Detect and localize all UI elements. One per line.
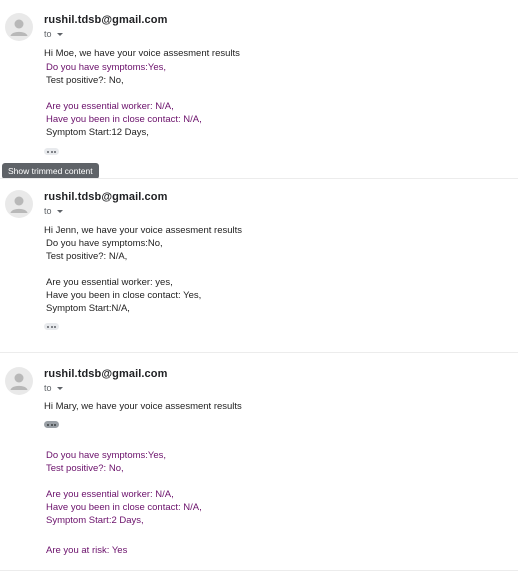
symptom-start-line: Symptom Start:2 Days, — [46, 515, 144, 526]
show-trimmed-content-button[interactable] — [44, 323, 59, 330]
symptoms-line: Do you have symptoms:Yes, — [46, 62, 167, 73]
close-contact-line: Have you been in close contact: Yes, — [46, 290, 202, 301]
ellipsis-icon — [47, 325, 49, 328]
recipients-label: to — [44, 29, 52, 39]
greeting-text: Hi Jenn, we have your voice assesment re… — [44, 225, 243, 236]
ellipsis-icon — [47, 150, 49, 153]
test-positive-line: Test positive?: N/A, — [46, 251, 128, 262]
person-avatar-icon — [5, 367, 33, 395]
show-trimmed-content-tooltip: Show trimmed content — [2, 163, 99, 179]
caret-down-icon — [56, 32, 63, 36]
sender-address[interactable]: rushil.tdsb@gmail.com — [44, 14, 167, 26]
person-avatar-icon — [5, 13, 33, 41]
essential-worker-line: Are you essential worker: N/A, — [46, 489, 174, 500]
show-trimmed-content-button[interactable] — [44, 148, 59, 155]
caret-down-icon — [56, 386, 63, 390]
recipients-toggle[interactable]: to — [44, 206, 63, 216]
message-divider — [0, 178, 518, 179]
person-avatar-icon — [5, 190, 33, 218]
message-divider — [0, 352, 518, 353]
at-risk-line: Are you at risk: Yes — [46, 545, 128, 556]
essential-worker-line: Are you essential worker: N/A, — [46, 101, 174, 112]
recipients-label: to — [44, 206, 52, 216]
essential-worker-line: Are you essential worker: yes, — [46, 277, 173, 288]
test-positive-line: Test positive?: No, — [46, 463, 124, 474]
symptoms-line: Do you have symptoms:No, — [46, 238, 163, 249]
hide-trimmed-content-button[interactable] — [44, 421, 59, 428]
greeting-text: Hi Moe, we have your voice assesment res… — [44, 48, 240, 59]
recipients-label: to — [44, 383, 52, 393]
close-contact-line: Have you been in close contact: N/A, — [46, 114, 202, 125]
recipients-toggle[interactable]: to — [44, 29, 63, 39]
ellipsis-icon — [47, 423, 49, 426]
greeting-text: Hi Mary, we have your voice assesment re… — [44, 401, 242, 412]
message-divider — [0, 570, 518, 571]
sender-address[interactable]: rushil.tdsb@gmail.com — [44, 368, 167, 380]
symptom-start-line: Symptom Start:N/A, — [46, 303, 130, 314]
sender-address[interactable]: rushil.tdsb@gmail.com — [44, 191, 167, 203]
caret-down-icon — [56, 209, 63, 213]
test-positive-line: Test positive?: No, — [46, 75, 124, 86]
close-contact-line: Have you been in close contact: N/A, — [46, 502, 202, 513]
symptom-start-line: Symptom Start:12 Days, — [46, 127, 149, 138]
symptoms-line: Do you have symptoms:Yes, — [46, 450, 167, 461]
recipients-toggle[interactable]: to — [44, 383, 63, 393]
